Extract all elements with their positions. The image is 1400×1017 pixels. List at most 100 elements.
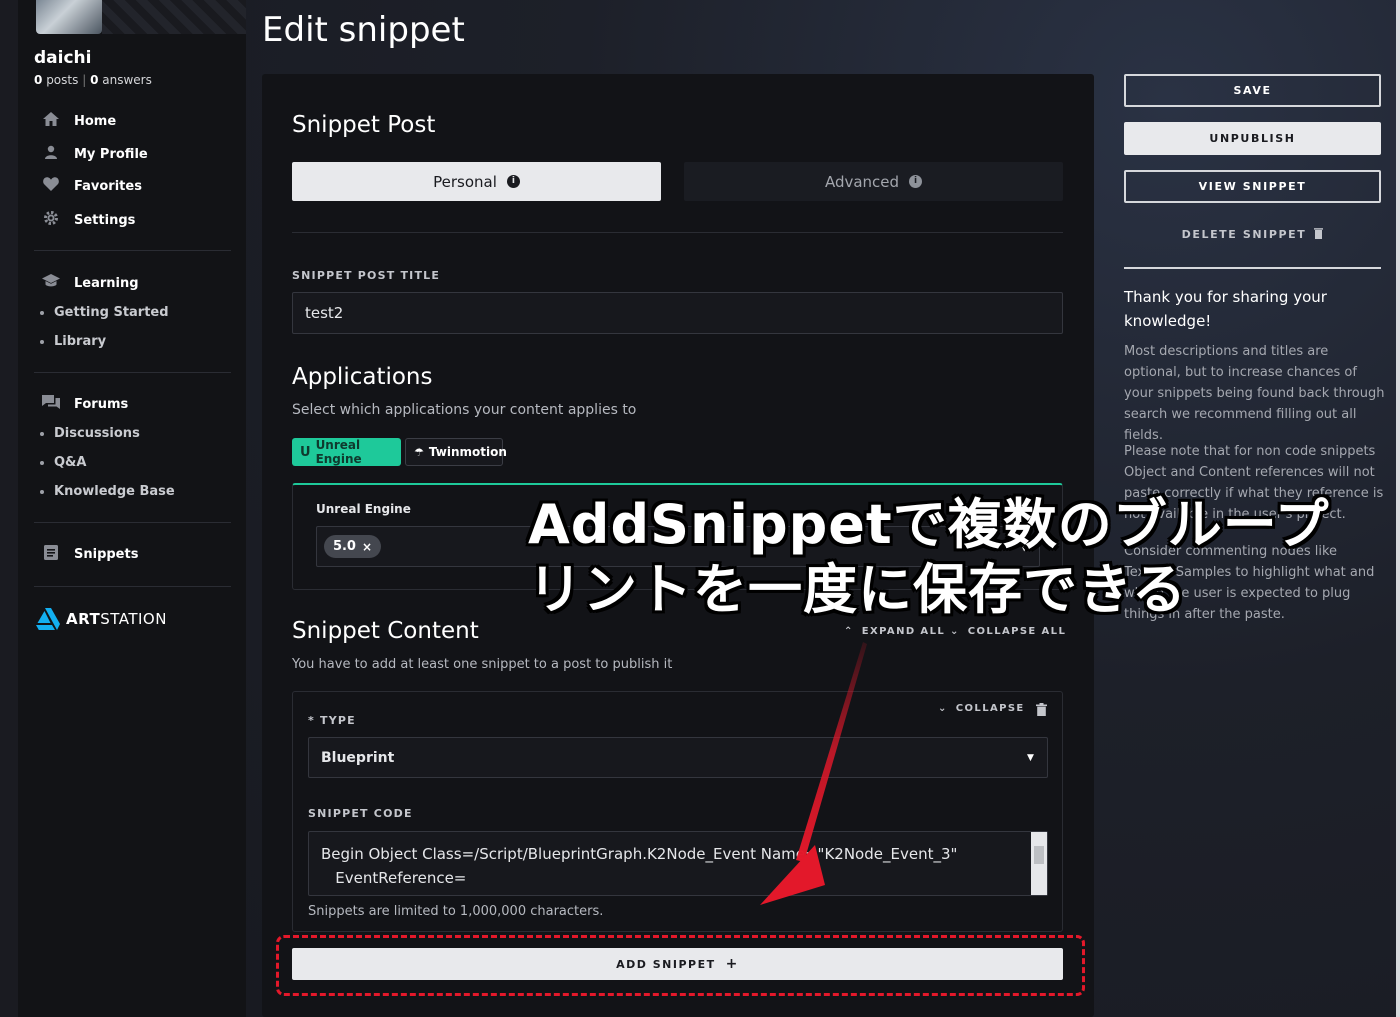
type-label: TYPE xyxy=(319,714,356,727)
sidebar-item-label: My Profile xyxy=(74,146,148,162)
chip-unreal-engine[interactable]: ᑌ Unreal Engine xyxy=(292,438,401,466)
sidebar-item-label: Discussions xyxy=(54,426,140,441)
snippet-code-textarea[interactable]: Begin Object Class=/Script/BlueprintGrap… xyxy=(308,831,1048,896)
sidebar-item-label: Library xyxy=(54,334,107,349)
sidebar-divider xyxy=(34,586,231,587)
artstation-logo[interactable]: ART STATION xyxy=(36,608,167,630)
unpublish-button[interactable]: UNPUBLISH xyxy=(1124,122,1381,155)
sidebar-item-snippets[interactable]: Snippets xyxy=(40,545,138,564)
chat-bubbles-icon xyxy=(40,395,62,414)
sidebar-item-library[interactable]: Library xyxy=(40,334,106,349)
version-chip[interactable]: 5.0 × xyxy=(324,535,381,558)
page-title: Edit snippet xyxy=(262,10,465,50)
brand-bold: ART xyxy=(66,610,101,628)
sidebar-item-label: Settings xyxy=(74,212,136,228)
code-line: EventReference= xyxy=(321,869,467,887)
trash-icon[interactable] xyxy=(1036,701,1047,720)
user-icon xyxy=(40,145,62,163)
required-mark: * xyxy=(308,714,315,727)
avatar[interactable] xyxy=(36,0,102,34)
twinmotion-icon: ☂ xyxy=(414,445,424,459)
chevron-down-icon[interactable]: ▼ xyxy=(1027,753,1034,763)
bullet-icon xyxy=(40,489,44,494)
posts-label: posts xyxy=(46,73,79,87)
tips-title: Thank you for sharing your knowledge! xyxy=(1124,288,1327,330)
type-value: Blueprint xyxy=(321,749,395,766)
sidebar-item-profile[interactable]: My Profile xyxy=(40,145,148,163)
unreal-icon: ᑌ xyxy=(300,444,311,460)
sidebar-item-learning[interactable]: Learning xyxy=(40,274,139,292)
version-box-label: Unreal Engine xyxy=(316,502,411,516)
sidebar-divider xyxy=(34,522,231,523)
collapse-label: COLLAPSE xyxy=(955,703,1025,714)
tab-personal[interactable]: Personal i xyxy=(292,162,661,201)
section-divider xyxy=(292,232,1063,233)
code-field-label: SNIPPET CODE xyxy=(308,807,413,820)
scrollbar-thumb[interactable] xyxy=(1034,846,1044,864)
type-field-label: * TYPE xyxy=(308,714,356,727)
trash-icon xyxy=(1314,227,1324,242)
sidebar-item-home[interactable]: Home xyxy=(40,112,116,130)
tab-label: Advanced xyxy=(824,172,900,191)
sidebar-item-label: Q&A xyxy=(54,455,87,470)
sidebar-item-label: Snippets xyxy=(74,547,139,562)
annotation-line-2: リントを一度に保存できる xyxy=(528,558,1187,621)
remove-icon[interactable]: × xyxy=(362,540,372,554)
user-name[interactable]: daichi xyxy=(34,48,91,68)
chevron-down-icon: ⌄ xyxy=(938,703,948,714)
window-right-edge xyxy=(1396,0,1400,1017)
profile-banner xyxy=(102,0,246,34)
sidebar-divider xyxy=(34,250,231,251)
info-icon[interactable]: i xyxy=(909,175,923,188)
delete-label: DELETE SNIPPET xyxy=(1181,228,1307,241)
title-input[interactable]: test2 xyxy=(292,292,1063,334)
tab-advanced[interactable]: Advanced i xyxy=(684,162,1063,201)
bullet-icon xyxy=(40,431,44,436)
snippet-content-description: You have to add at least one snippet to … xyxy=(292,657,673,672)
sidebar-item-discussions[interactable]: Discussions xyxy=(40,426,140,441)
sidebar-item-settings[interactable]: Settings xyxy=(40,210,135,230)
sidebar-divider xyxy=(34,372,231,373)
tips-paragraph: Most descriptions and titles are optiona… xyxy=(1124,344,1385,443)
view-snippet-button[interactable]: VIEW SNIPPET xyxy=(1124,170,1381,203)
graduation-cap-icon xyxy=(40,274,62,292)
character-limit-note: Snippets are limited to 1,000,000 charac… xyxy=(308,904,604,919)
sidebar-item-label: Forums xyxy=(74,397,129,412)
sidebar-item-label: Learning xyxy=(74,275,139,291)
brand-rest: STATION xyxy=(100,610,167,628)
sidebar-item-forums[interactable]: Forums xyxy=(40,395,128,414)
collapse-all-button[interactable]: ⌄ COLLAPSE ALL xyxy=(950,626,1066,637)
bullet-icon xyxy=(40,460,44,465)
sidebar-item-favorites[interactable]: Favorites xyxy=(40,177,142,195)
sidebar-item-qa[interactable]: Q&A xyxy=(40,455,86,470)
chip-twinmotion[interactable]: ☂ Twinmotion xyxy=(405,438,507,466)
delete-snippet-button[interactable]: DELETE SNIPPET xyxy=(1124,227,1381,242)
sidebar-item-label: Knowledge Base xyxy=(54,484,175,499)
answers-label: answers xyxy=(102,73,152,87)
snippet-content-heading: Snippet Content xyxy=(292,618,479,644)
home-icon xyxy=(40,112,62,130)
heart-icon xyxy=(40,177,62,195)
answers-count: 0 xyxy=(90,73,99,87)
chip-label: Twinmotion xyxy=(428,445,507,459)
applications-heading: Applications xyxy=(292,364,433,390)
version-value: 5.0 xyxy=(332,539,356,554)
save-button[interactable]: SAVE xyxy=(1124,74,1381,107)
sidebar-item-label: Favorites xyxy=(74,178,142,194)
sidebar-item-label: Home xyxy=(74,113,117,129)
expand-all-label: EXPAND ALL xyxy=(861,626,946,637)
tab-label: Personal xyxy=(433,172,497,191)
document-icon xyxy=(40,545,62,564)
expand-all-button[interactable]: ⌃ EXPAND ALL xyxy=(844,626,945,637)
highlight-frame xyxy=(276,935,1085,996)
window-left-edge xyxy=(0,0,18,1017)
sidebar-item-knowledge-base[interactable]: Knowledge Base xyxy=(40,484,175,499)
artstation-icon xyxy=(36,608,60,630)
type-select[interactable]: Blueprint xyxy=(308,737,1048,778)
chip-label: Unreal Engine xyxy=(315,438,362,466)
collapse-button[interactable]: ⌄ COLLAPSE xyxy=(938,703,1025,714)
info-icon[interactable]: i xyxy=(506,175,520,188)
sidebar-item-getting-started[interactable]: Getting Started xyxy=(40,305,169,320)
chevron-up-icon: ⌃ xyxy=(844,626,854,637)
gear-icon xyxy=(40,210,62,230)
